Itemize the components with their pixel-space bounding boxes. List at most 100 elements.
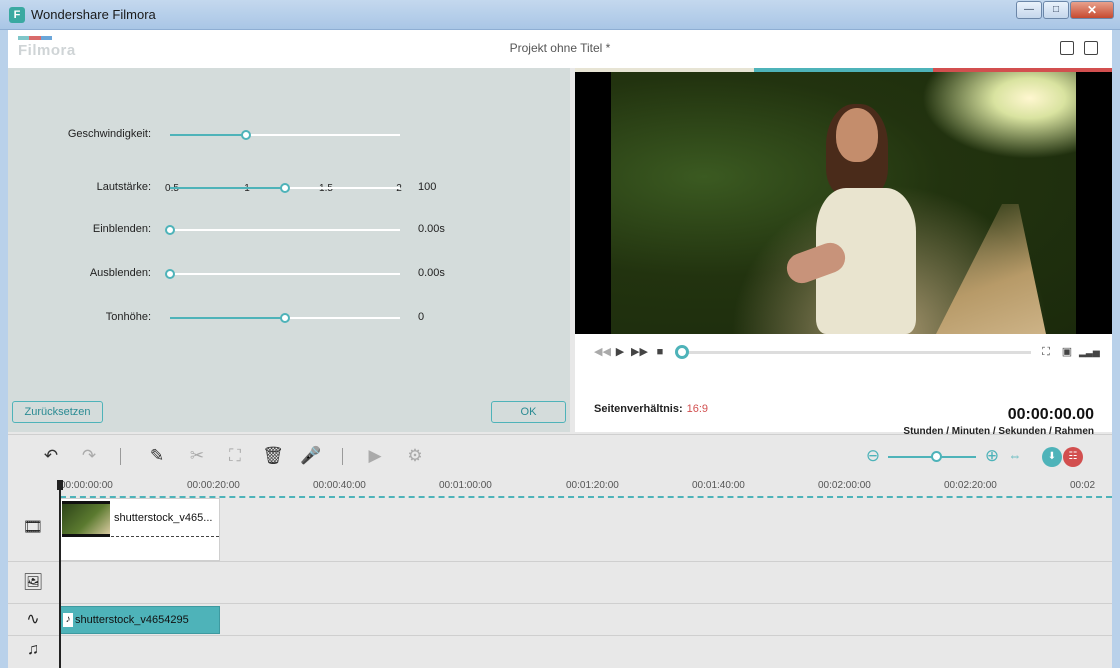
fullscreen-icon[interactable]: ⛶: [1039, 346, 1053, 358]
music-note-icon: ♪: [63, 613, 73, 627]
image-track[interactable]: 🖼: [8, 562, 1112, 604]
menu-icon[interactable]: [1084, 41, 1098, 55]
preview-panel: ◀◀ ▶ ▶▶ ■ ⛶ ▣ ▂▃▅ Seitenverhältnis: 16:9 …: [575, 68, 1112, 437]
video-clip-name: shutterstock_v465...: [114, 512, 213, 524]
scene-settings-icon[interactable]: ⚙: [404, 446, 426, 466]
voiceover-mic-icon[interactable]: 🎤: [300, 446, 322, 466]
play-icon[interactable]: ▶: [613, 346, 627, 358]
fade-out-slider-knob[interactable]: [165, 269, 175, 279]
fade-in-slider-knob[interactable]: [165, 225, 175, 235]
ok-button[interactable]: OK: [491, 401, 566, 423]
music-track[interactable]: ♫: [8, 636, 1112, 668]
fade-out-label: Ausblenden:: [89, 267, 151, 279]
timeline-playhead[interactable]: [59, 482, 61, 668]
toolbar-separator: [342, 448, 343, 465]
fade-out-row: Ausblenden: 0.00s: [8, 264, 570, 284]
project-title: Projekt ohne Titel *: [509, 41, 611, 55]
volume-row: Lautstärke: 100: [8, 178, 570, 198]
ruler-label: 00:02:20:00: [944, 480, 997, 491]
crop-icon[interactable]: ⛶: [224, 446, 246, 466]
ruler-label: 00:01:40:00: [692, 480, 745, 491]
playhead-handle[interactable]: [57, 480, 63, 490]
transition-icon[interactable]: ▶: [364, 446, 386, 466]
pitch-label: Tonhöhe:: [105, 311, 151, 323]
fade-in-row: Einblenden: 0.00s: [8, 220, 570, 240]
volume-slider-knob[interactable]: [280, 183, 290, 193]
audio-clip-name: shutterstock_v4654295: [75, 614, 189, 626]
image-icon: 🖼: [22, 574, 44, 591]
speed-label: Geschwindigkeit:: [67, 128, 151, 140]
window-titlebar[interactable]: F Wondershare Filmora — □ ✕: [0, 0, 1120, 30]
fade-in-slider[interactable]: [165, 225, 400, 235]
playback-progress-track[interactable]: [685, 351, 1031, 354]
split-icon[interactable]: ✂: [186, 446, 208, 466]
volume-slider-fill: [170, 187, 285, 189]
window-title: Wondershare Filmora: [31, 7, 156, 22]
speed-row: Geschwindigkeit:: [8, 125, 570, 145]
save-icon[interactable]: [1060, 41, 1074, 55]
video-track[interactable]: 🎞 shutterstock_v465...: [8, 498, 1112, 562]
clip-thumbnail: [62, 501, 110, 537]
ruler-label: 00:00:40:00: [313, 480, 366, 491]
music-icon: ♫: [27, 641, 39, 658]
export-icon[interactable]: ⬇: [1042, 447, 1062, 467]
close-button[interactable]: ✕: [1070, 1, 1114, 19]
film-icon: 🎞: [22, 519, 44, 536]
pitch-slider-knob[interactable]: [280, 313, 290, 323]
grid-view-icon[interactable]: ☷: [1063, 447, 1083, 467]
minimize-button[interactable]: —: [1016, 1, 1042, 19]
speed-slider[interactable]: [170, 130, 400, 140]
snapshot-icon[interactable]: ▣: [1060, 346, 1074, 358]
fade-out-slider[interactable]: [165, 269, 400, 279]
redo-icon[interactable]: ↷: [78, 446, 100, 466]
pitch-slider[interactable]: [170, 313, 400, 323]
video-frame: [611, 72, 1076, 334]
zoom-in-icon[interactable]: ⊕: [981, 446, 1003, 466]
edit-pencil-icon[interactable]: ✎: [146, 446, 168, 466]
pitch-value: 0: [418, 311, 425, 323]
fade-in-label: Einblenden:: [92, 223, 151, 235]
volume-slider[interactable]: [170, 183, 400, 193]
undo-icon[interactable]: ↶: [40, 446, 62, 466]
toolbar-separator: [120, 448, 121, 465]
rewind-icon[interactable]: ◀◀: [594, 346, 611, 358]
audio-clip[interactable]: ♪ shutterstock_v4654295: [60, 606, 220, 634]
aspect-ratio[interactable]: Seitenverhältnis: 16:9: [594, 403, 708, 415]
ruler-label: 00:00:20:00: [187, 480, 240, 491]
app-icon: F: [9, 7, 25, 23]
pitch-slider-fill: [170, 317, 285, 319]
timeline-ruler[interactable]: 00:00:00:00 00:00:20:00 00:00:40:00 00:0…: [60, 476, 1112, 498]
ruler-label: 00:01:00:00: [439, 480, 492, 491]
fade-in-value: 0.00s: [418, 223, 445, 235]
ruler-label: 00:00:00:00: [60, 480, 113, 491]
zoom-slider-knob[interactable]: [931, 451, 942, 462]
playback-progress-knob[interactable]: [675, 345, 689, 359]
video-clip[interactable]: shutterstock_v465...: [60, 498, 220, 561]
volume-level-icon[interactable]: ▂▃▅: [1079, 346, 1100, 358]
timecode-display: 00:00:00.00: [1007, 406, 1094, 423]
timeline-toolbar: ↶ ↷ ✎ ✂ ⛶ 🗑 🎤 ▶ ⚙ ⊖ ⊕ ⇔ ⬇ ☷: [8, 434, 1112, 476]
video-preview[interactable]: [575, 72, 1112, 334]
speed-slider-knob[interactable]: [240, 130, 251, 140]
pitch-row: Tonhöhe: 0: [8, 308, 570, 328]
maximize-button[interactable]: □: [1043, 1, 1069, 19]
stop-icon[interactable]: ■: [653, 346, 667, 358]
ruler-label: 00:01:20:00: [566, 480, 619, 491]
window-controls: — □ ✕: [1015, 1, 1114, 19]
fit-timeline-icon[interactable]: ⇔: [1004, 446, 1026, 466]
ruler-label: 00:02: [1070, 480, 1096, 491]
aspect-ratio-label: Seitenverhältnis:: [594, 403, 683, 415]
app-header: Filmora Projekt ohne Titel *: [8, 30, 1112, 68]
logo-color-bars: [18, 36, 52, 40]
volume-label: Lautstärke:: [96, 181, 151, 193]
fast-forward-icon[interactable]: ▶▶: [631, 346, 648, 358]
fade-out-value: 0.00s: [418, 267, 445, 279]
zoom-out-icon[interactable]: ⊖: [862, 446, 884, 466]
aspect-ratio-value[interactable]: 16:9: [687, 403, 708, 415]
volume-value: 100: [418, 181, 437, 193]
reset-button[interactable]: Zurücksetzen: [12, 401, 103, 423]
ruler-label: 00:02:00:00: [818, 480, 871, 491]
waveform-icon: ∿: [26, 611, 40, 628]
audio-track[interactable]: ∿ ♪ shutterstock_v4654295: [8, 604, 1112, 636]
delete-icon[interactable]: 🗑: [262, 446, 284, 466]
